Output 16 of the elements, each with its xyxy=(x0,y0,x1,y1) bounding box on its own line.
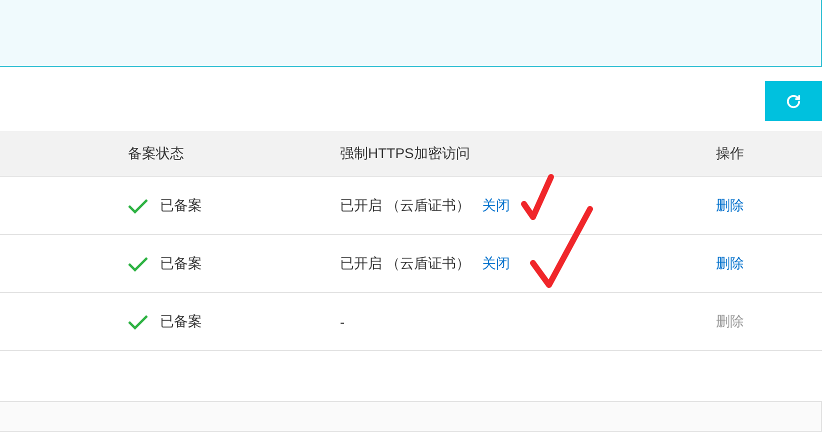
column-header: 强制HTTPS加密访问 xyxy=(340,144,470,162)
refresh-button[interactable] xyxy=(765,81,822,121)
column-header: 备案状态 xyxy=(128,144,184,162)
filing-status: 已备案 xyxy=(160,312,202,330)
disable-link[interactable]: 关闭 xyxy=(482,196,510,214)
https-status: - xyxy=(340,314,345,330)
delete-link[interactable]: 删除 xyxy=(716,254,744,272)
delete-link: 删除 xyxy=(716,312,744,330)
https-status: 已开启 （云盾证书） xyxy=(340,254,470,272)
refresh-icon xyxy=(786,94,801,108)
disable-link[interactable]: 关闭 xyxy=(482,254,510,272)
filing-status: 已备案 xyxy=(160,196,202,214)
filing-status: 已备案 xyxy=(160,254,202,272)
https-status: 已开启 （云盾证书） xyxy=(340,196,470,214)
delete-link[interactable]: 删除 xyxy=(716,196,744,214)
column-header: 操作 xyxy=(716,144,744,162)
